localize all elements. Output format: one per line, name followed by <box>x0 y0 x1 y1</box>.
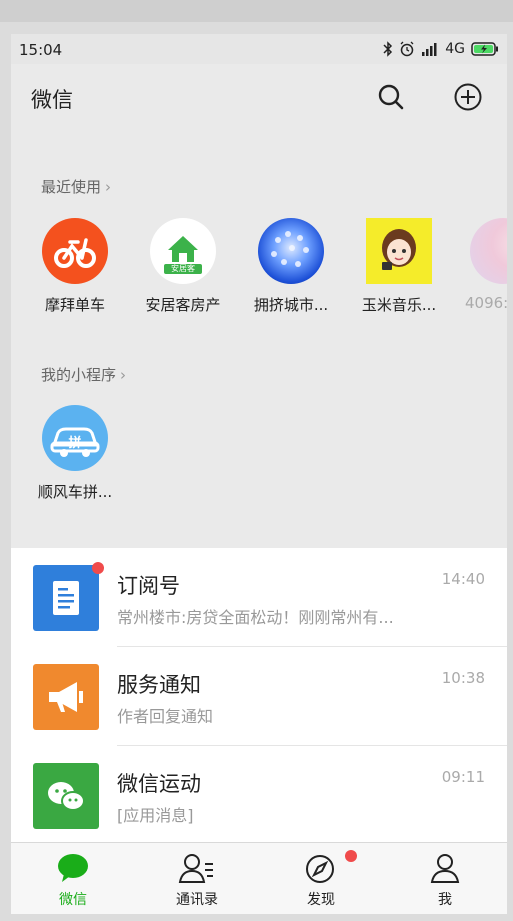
chat-list: 订阅号 常州楼市:房贷全面松动！刚刚常州有... 14:40 服务通知 作者回复… <box>11 548 507 842</box>
status-bar: 15:04 4G <box>11 34 507 64</box>
tab-discover[interactable]: 发现 <box>259 843 383 914</box>
recent-section-label: 最近使用 <box>41 178 102 196</box>
recent-app-anjuke[interactable]: 安居客 安居客房产 <box>133 218 233 315</box>
compass-icon <box>306 855 334 883</box>
carpool-icon-text: 拼 <box>68 436 82 451</box>
tab-label: 发现 <box>307 892 335 908</box>
recent-app-crowd-city[interactable]: 拥挤城市... <box>241 218 341 315</box>
subscription-icon <box>33 565 99 631</box>
page-title: 微信 <box>31 88 73 112</box>
mobike-icon <box>42 218 108 284</box>
chat-name: 微信运动 <box>117 772 201 796</box>
recent-app-label: 玉米音乐... <box>361 296 437 314</box>
battery-charging-icon <box>471 42 498 56</box>
recent-app-corn-music[interactable]: 玉米音乐... <box>349 218 449 315</box>
bottom-tab-bar: 微信 通讯录 发现 我 <box>11 842 507 914</box>
chat-time: 14:40 <box>441 570 485 588</box>
unread-dot <box>92 562 104 574</box>
anjuke-icon: 安居客 <box>150 218 216 284</box>
carpool-icon: 拼 <box>42 405 108 471</box>
recent-app-mobike[interactable]: 摩拜单车 <box>25 218 125 315</box>
corn-music-icon <box>366 218 432 284</box>
my-miniprograms-title[interactable]: 我的小程序 › <box>41 364 126 385</box>
tab-chats[interactable]: 微信 <box>11 843 135 914</box>
status-time: 15:04 <box>19 41 63 59</box>
tab-label: 我 <box>438 892 452 908</box>
recent-app-label: 摩拜单车 <box>44 296 105 314</box>
4096-icon <box>470 218 507 284</box>
network-type: 4G <box>445 41 465 57</box>
recent-section-title[interactable]: 最近使用 › <box>41 176 111 197</box>
tab-contacts[interactable]: 通讯录 <box>135 843 259 914</box>
phone-screen: 15:04 4G 微信 最近使用 › 摩拜单车 安居客 安居客房产 拥挤城市..… <box>11 34 507 914</box>
miniprogram-label: 顺风车拼... <box>37 483 113 501</box>
chat-bubble-icon <box>58 854 88 882</box>
contacts-icon <box>178 854 213 883</box>
megaphone-icon <box>33 664 99 730</box>
chat-row-service-notifications[interactable]: 服务通知 作者回复通知 10:38 <box>11 647 507 746</box>
search-icon[interactable] <box>375 81 407 113</box>
add-icon[interactable] <box>452 81 484 113</box>
chat-row-wechat-sport[interactable]: 微信运动 [应用消息] 09:11 <box>11 746 507 845</box>
recent-app-label: 拥挤城市... <box>253 296 329 314</box>
discover-unread-dot <box>345 850 357 862</box>
miniprogram-carpool[interactable]: 拼 顺风车拼... <box>25 405 125 502</box>
wechat-sport-icon <box>33 763 99 829</box>
alarm-icon <box>400 41 414 57</box>
device-frame-top <box>0 0 513 22</box>
chat-time: 10:38 <box>441 669 485 687</box>
chat-time: 09:11 <box>441 768 485 786</box>
chat-row-subscriptions[interactable]: 订阅号 常州楼市:房贷全面松动！刚刚常州有... 14:40 <box>11 548 507 647</box>
chat-name: 订阅号 <box>117 574 180 598</box>
signal-icon <box>422 43 437 56</box>
chat-preview: 常州楼市:房贷全面松动！刚刚常州有... <box>117 608 394 627</box>
chat-preview: 作者回复通知 <box>117 707 214 726</box>
crowd-city-icon <box>258 218 324 284</box>
tab-label: 通讯录 <box>176 892 218 908</box>
app-bar: 微信 <box>11 64 507 134</box>
recent-app-label: 安居客房产 <box>145 296 221 314</box>
chevron-right-icon: › <box>120 366 127 384</box>
recent-app-label: 4096: <box>465 294 507 312</box>
my-miniprograms-label: 我的小程序 <box>41 366 117 384</box>
tab-label: 微信 <box>59 892 87 908</box>
anjuke-icon-text: 安居客 <box>171 264 195 273</box>
tab-me[interactable]: 我 <box>383 843 507 914</box>
chevron-right-icon: › <box>105 178 112 196</box>
recent-app-4096[interactable]: 4096: <box>455 218 507 312</box>
chat-preview: [应用消息] <box>117 806 194 825</box>
bluetooth-icon <box>383 41 393 57</box>
chat-name: 服务通知 <box>117 673 201 697</box>
profile-icon <box>430 854 460 883</box>
status-icons: 4G <box>383 40 499 58</box>
